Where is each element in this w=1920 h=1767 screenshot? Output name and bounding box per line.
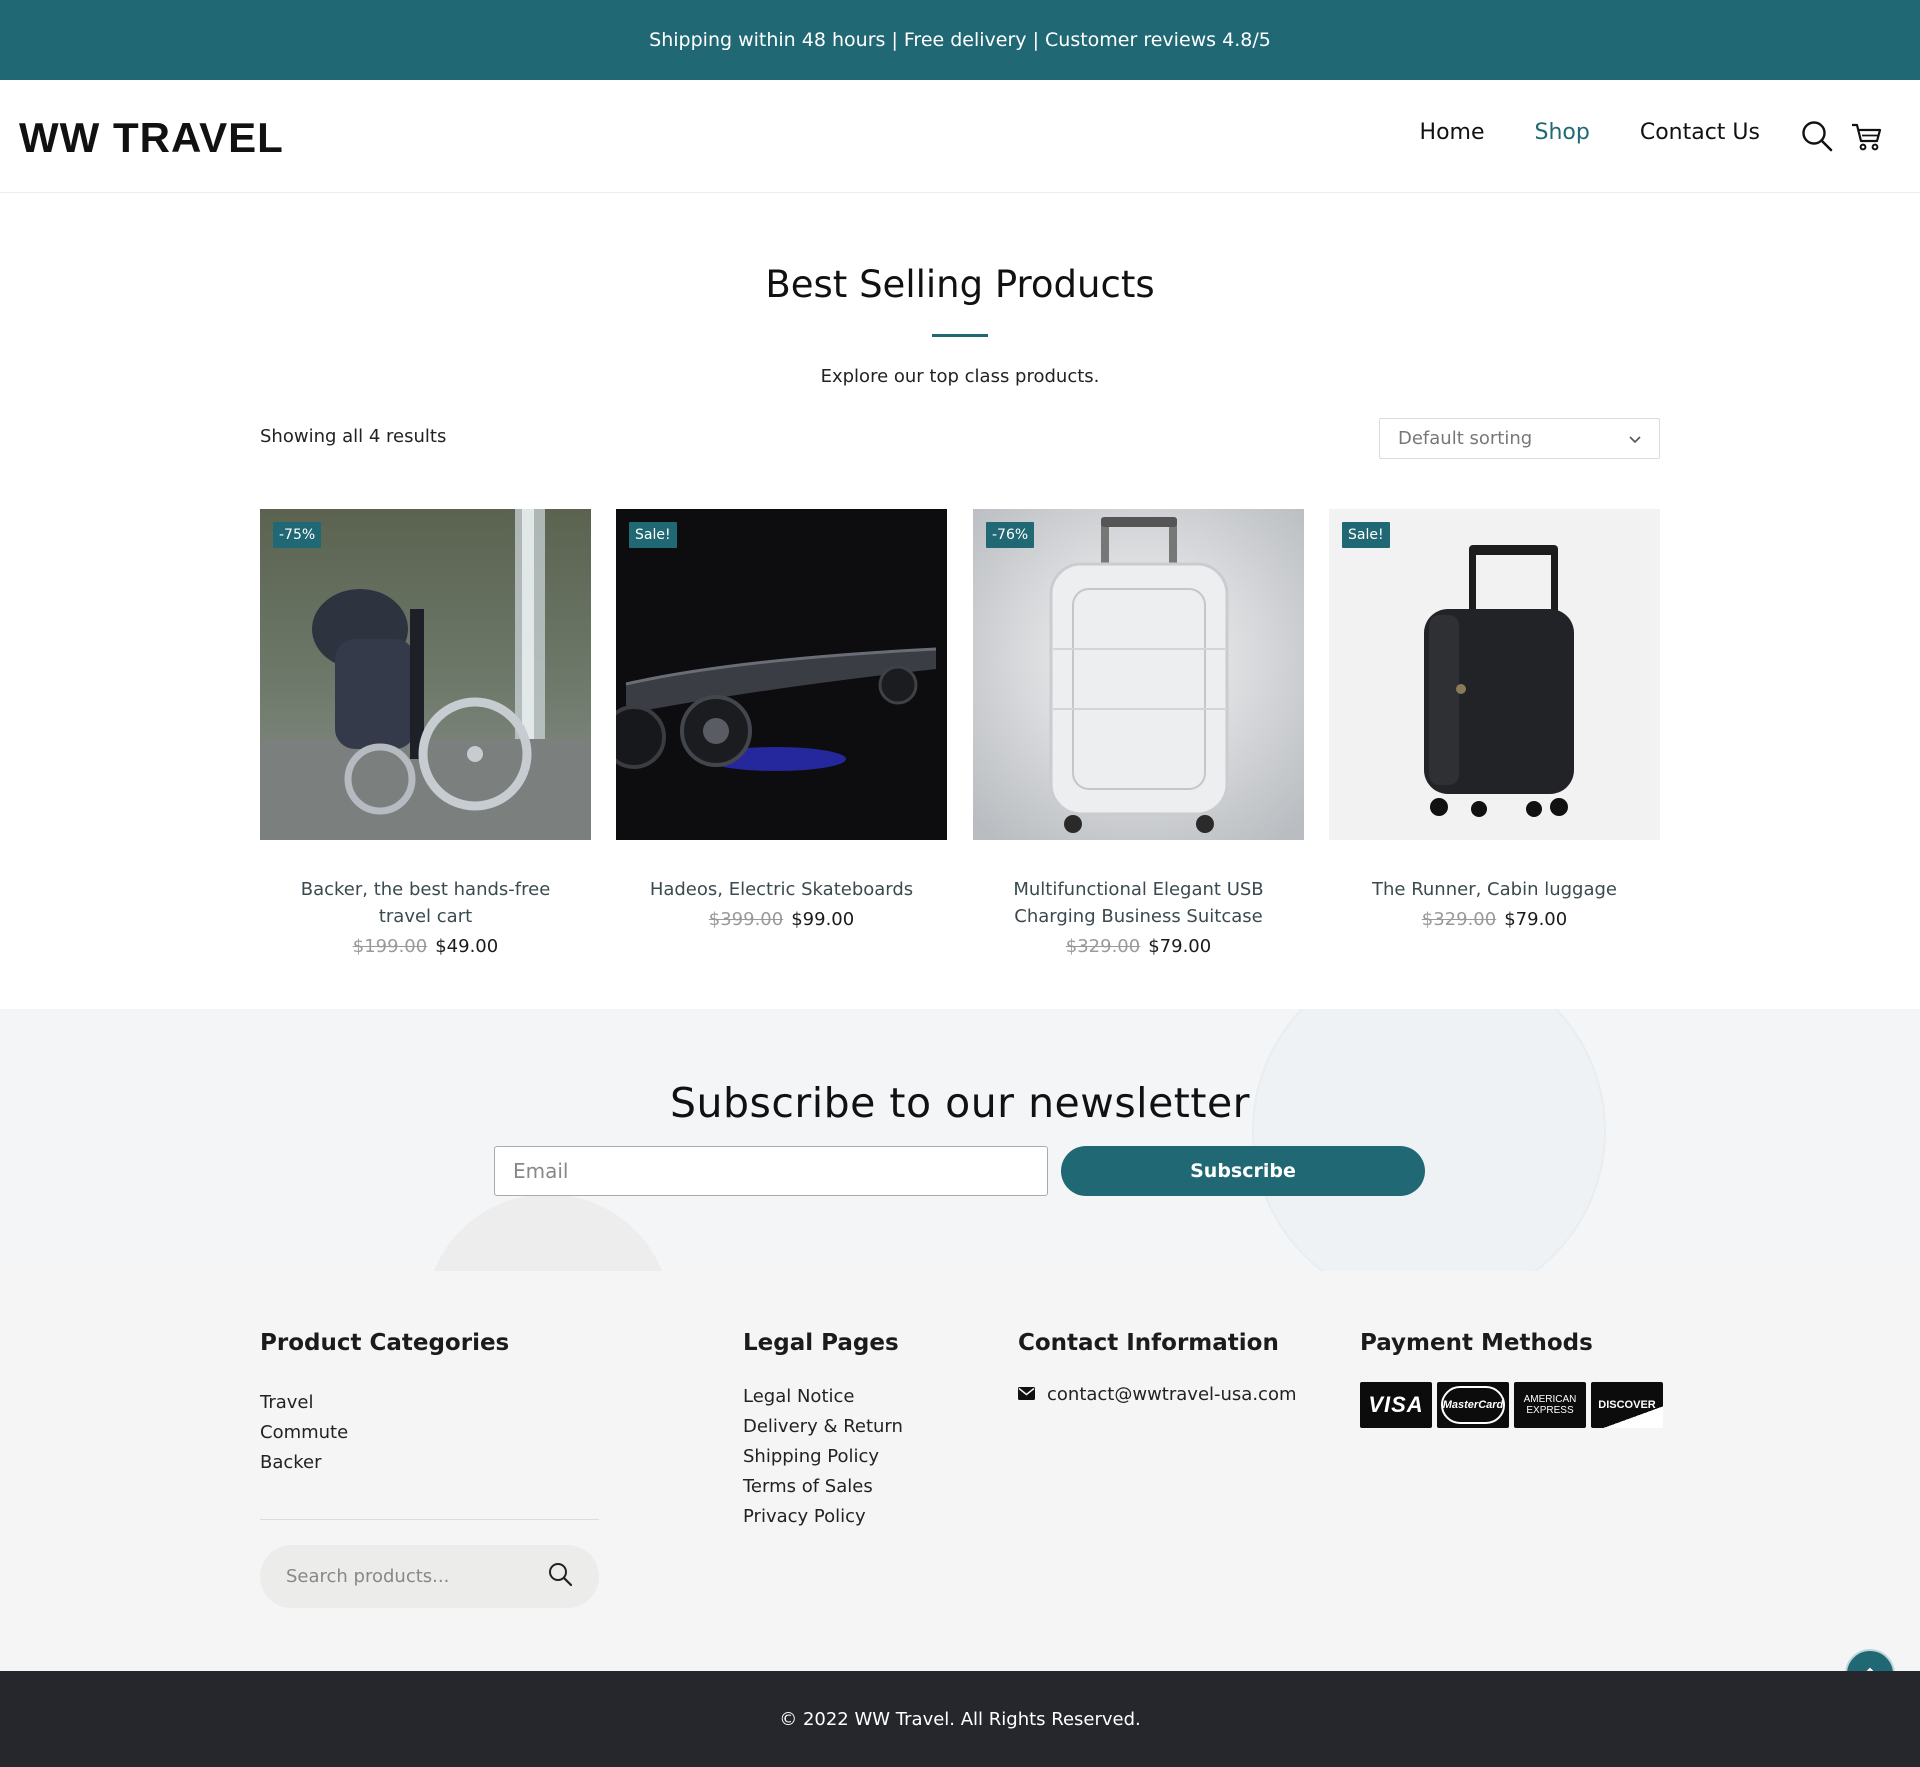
product-card[interactable]: Sale! The Runner, Cabin luggage $329.00 $… <box>1329 509 1660 930</box>
legal-link-privacy-policy[interactable]: Privacy Policy <box>743 1502 903 1532</box>
product-sale-price: $79.00 <box>1148 936 1212 957</box>
newsletter-section: Subscribe to our newsletter Email Subscr… <box>0 1009 1920 1271</box>
decorative-circle <box>425 1194 671 1271</box>
product-old-price: $329.00 <box>1065 936 1141 957</box>
footer-payments-title: Payment Methods <box>1360 1330 1593 1356</box>
newsletter-email-input[interactable]: Email <box>494 1146 1048 1196</box>
legal-link-delivery-return[interactable]: Delivery & Return <box>743 1412 903 1442</box>
product-sale-price: $79.00 <box>1504 909 1568 930</box>
site-header: WW TRAVEL Home Shop Contact Us <box>0 80 1920 193</box>
product-card[interactable]: Sale! Hadeos, Electric Skateboards $399.… <box>616 509 947 930</box>
legal-link-legal-notice[interactable]: Legal Notice <box>743 1382 903 1412</box>
footer-categories-title: Product Categories <box>260 1330 510 1356</box>
product-sale-price: $99.00 <box>791 909 855 930</box>
legal-link-terms-of-sales[interactable]: Terms of Sales <box>743 1472 903 1502</box>
product-image-skateboard[interactable]: Sale! <box>616 509 947 840</box>
category-list: Travel Commute Backer <box>260 1388 348 1478</box>
mastercard-card-icon: MasterCard <box>1437 1382 1509 1428</box>
product-badge: -76% <box>986 522 1035 548</box>
product-name[interactable]: The Runner, Cabin luggage <box>1329 876 1660 903</box>
site-footer: Product Categories Travel Commute Backer… <box>0 1271 1920 1671</box>
site-logo[interactable]: WW TRAVEL <box>19 114 284 162</box>
page-subtitle: Explore our top class products. <box>820 366 1100 387</box>
product-name[interactable]: Multifunctional Elegant USB Charging Bus… <box>973 876 1304 930</box>
announcement-text: Shipping within 48 hours | Free delivery… <box>649 29 1271 51</box>
category-link-commute[interactable]: Commute <box>260 1418 348 1448</box>
search-placeholder: Search products... <box>286 1566 450 1587</box>
discover-label: DISCOVER <box>1598 1399 1656 1411</box>
product-image-suitcase[interactable]: -76% <box>973 509 1304 840</box>
copyright-text: © 2022 WW Travel. All Rights Reserved. <box>779 1708 1141 1730</box>
nav-shop[interactable]: Shop <box>1535 120 1590 145</box>
nav-contact-us[interactable]: Contact Us <box>1640 120 1760 145</box>
visa-card-icon: VISA <box>1360 1382 1432 1428</box>
nav-home[interactable]: Home <box>1420 120 1485 145</box>
product-search-input[interactable]: Search products... <box>260 1545 599 1608</box>
product-price: $199.00 $49.00 <box>260 936 591 957</box>
product-price: $329.00 $79.00 <box>1329 909 1660 930</box>
main-nav: Home Shop Contact Us <box>1420 120 1760 145</box>
sort-selected-label: Default sorting <box>1398 428 1533 449</box>
email-placeholder: Email <box>513 1159 569 1183</box>
footer-contact-title: Contact Information <box>1018 1330 1279 1356</box>
product-name[interactable]: Hadeos, Electric Skateboards <box>616 876 947 903</box>
contact-email-text[interactable]: contact@wwtravel-usa.com <box>1047 1384 1297 1405</box>
page-title: Best Selling Products <box>765 263 1155 306</box>
envelope-icon <box>1018 1384 1035 1405</box>
amex-card-icon: AMERICAN EXPRESS <box>1514 1382 1586 1428</box>
product-old-price: $199.00 <box>352 936 428 957</box>
product-price: $329.00 $79.00 <box>973 936 1304 957</box>
amex-label: AMERICAN EXPRESS <box>1523 1394 1577 1416</box>
legal-link-shipping-policy[interactable]: Shipping Policy <box>743 1442 903 1472</box>
category-link-travel[interactable]: Travel <box>260 1388 348 1418</box>
contact-email[interactable]: contact@wwtravel-usa.com <box>1018 1384 1297 1405</box>
footer-divider <box>260 1519 599 1520</box>
decorative-circle <box>1252 1009 1606 1271</box>
chevron-down-icon <box>1629 428 1641 449</box>
product-image-travel-cart[interactable]: -75% <box>260 509 591 840</box>
announcement-bar: Shipping within 48 hours | Free delivery… <box>0 0 1920 80</box>
product-badge: -75% <box>273 522 322 548</box>
product-price: $399.00 $99.00 <box>616 909 947 930</box>
copyright-bar: © 2022 WW Travel. All Rights Reserved. <box>0 1671 1920 1767</box>
product-badge: Sale! <box>629 522 677 548</box>
product-old-price: $329.00 <box>1421 909 1497 930</box>
sort-select[interactable]: Default sorting <box>1379 418 1660 459</box>
cart-icon[interactable] <box>1850 119 1884 153</box>
product-card[interactable]: -76% Multifunctional Elegant USB Chargin… <box>973 509 1304 957</box>
mastercard-label: MasterCard <box>1442 1399 1504 1411</box>
results-count: Showing all 4 results <box>260 426 447 447</box>
search-icon[interactable] <box>1800 119 1834 153</box>
newsletter-title: Subscribe to our newsletter <box>669 1079 1251 1127</box>
discover-card-icon: DISCOVER <box>1591 1382 1663 1428</box>
product-card[interactable]: -75% Backer, the best hands-free travel … <box>260 509 591 957</box>
product-name[interactable]: Backer, the best hands-free travel cart <box>260 876 591 930</box>
legal-list: Legal Notice Delivery & Return Shipping … <box>743 1382 903 1532</box>
footer-legal-title: Legal Pages <box>743 1330 899 1356</box>
title-underline <box>932 334 988 337</box>
product-old-price: $399.00 <box>708 909 784 930</box>
product-image-cabin-luggage[interactable]: Sale! <box>1329 509 1660 840</box>
product-badge: Sale! <box>1342 522 1390 548</box>
product-sale-price: $49.00 <box>435 936 499 957</box>
payment-methods: VISA MasterCard AMERICAN EXPRESS DISCOVE… <box>1360 1382 1663 1428</box>
category-link-backer[interactable]: Backer <box>260 1448 348 1478</box>
visa-label: VISA <box>1368 1392 1424 1417</box>
search-icon[interactable] <box>547 1561 573 1592</box>
subscribe-button[interactable]: Subscribe <box>1061 1146 1425 1196</box>
